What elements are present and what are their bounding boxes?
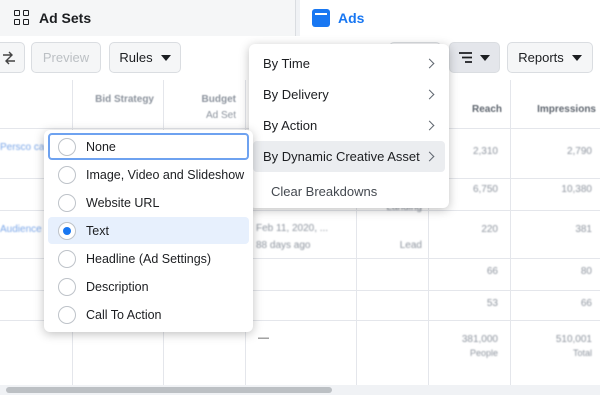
option-none[interactable]: None (48, 133, 249, 160)
menu-item-by-action[interactable]: By Action (249, 110, 449, 141)
radio-button[interactable] (58, 137, 76, 156)
horizontal-scrollbar[interactable] (0, 385, 600, 395)
tab-ad-sets-label: Ad Sets (39, 10, 92, 26)
radio-button[interactable] (58, 249, 76, 268)
rules-button[interactable]: Rules (109, 42, 181, 73)
row-impressions: 2,790 (566, 146, 592, 157)
summary-dash: — (258, 332, 269, 344)
row-reach: 53 (486, 298, 498, 309)
option-label: Website URL (86, 195, 160, 210)
row-name[interactable]: Audience (0, 224, 42, 235)
row-impressions: 66 (580, 298, 592, 309)
radio-button[interactable] (58, 305, 76, 324)
tab-ad-sets[interactable]: Ad Sets (0, 0, 296, 36)
row-impressions: 381 (575, 224, 592, 235)
chevron-right-icon (424, 58, 435, 69)
breakdown-button[interactable] (449, 42, 500, 73)
option-image-video-slideshow[interactable]: Image, Video and Slideshow (48, 161, 249, 188)
option-label: Headline (Ad Settings) (86, 251, 212, 266)
preview-button[interactable]: Preview (31, 42, 101, 73)
option-text[interactable]: Text (48, 217, 249, 244)
option-headline[interactable]: Headline (Ad Settings) (48, 245, 249, 272)
scrollbar-thumb[interactable] (6, 387, 332, 393)
radio-button-selected[interactable] (58, 221, 76, 240)
chevron-right-icon (424, 89, 435, 100)
export-button[interactable] (0, 42, 25, 73)
chevron-right-icon (424, 120, 435, 131)
header-impressions[interactable]: Impressions (516, 104, 596, 115)
row-ago: 88 days ago (256, 240, 311, 251)
menu-item-by-dynamic-creative-asset[interactable]: By Dynamic Creative Asset (253, 141, 445, 172)
export-icon (2, 51, 15, 64)
tab-ads[interactable]: Ads (300, 0, 600, 36)
menu-item-by-time[interactable]: By Time (249, 48, 449, 79)
breakdown-menu: By Time By Delivery By Action By Dynamic… (249, 44, 449, 208)
row-impressions: 10,380 (561, 184, 592, 195)
chevron-down-icon (571, 54, 582, 61)
grid-icon (14, 9, 31, 27)
option-website-url[interactable]: Website URL (48, 189, 249, 216)
menu-item-label: By Time (263, 56, 310, 71)
option-label: Image, Video and Slideshow (86, 167, 245, 182)
header-bid-strategy[interactable]: Bid Strategy (82, 94, 154, 105)
tab-bar: Ad Sets Ads (0, 0, 600, 36)
row-date: Feb 11, 2020, ... (256, 223, 329, 234)
ads-icon (312, 9, 330, 27)
rules-label: Rules (119, 50, 153, 65)
radio-button[interactable] (58, 277, 76, 296)
radio-button[interactable] (58, 165, 76, 184)
option-label: Description (86, 279, 149, 294)
chevron-right-icon (424, 151, 435, 162)
row-reach: 220 (481, 224, 498, 235)
dynamic-creative-asset-submenu: None Image, Video and Slideshow Website … (44, 130, 253, 332)
breakdown-icon (459, 52, 472, 63)
header-budget[interactable]: Budget (170, 94, 236, 105)
option-call-to-action[interactable]: Call To Action (48, 301, 249, 328)
row-reach: 66 (486, 266, 498, 277)
row-impressions: 80 (580, 266, 592, 277)
option-description[interactable]: Description (48, 273, 249, 300)
header-ad-set: Ad Set (205, 110, 236, 121)
reports-button[interactable]: Reports (507, 42, 593, 73)
option-label: Text (86, 223, 109, 238)
radio-button[interactable] (58, 193, 76, 212)
tab-ads-label: Ads (338, 10, 365, 26)
menu-item-label: By Action (263, 118, 318, 133)
option-label: None (86, 139, 116, 154)
summary-impressions-note: Total (572, 348, 592, 358)
menu-item-label: By Dynamic Creative Asset (263, 149, 420, 164)
clear-breakdowns-button[interactable]: Clear Breakdowns (249, 176, 449, 206)
chevron-down-icon (160, 54, 171, 61)
option-label: Call To Action (86, 307, 162, 322)
summary-reach: 381,000 (461, 334, 498, 345)
menu-item-by-delivery[interactable]: By Delivery (249, 79, 449, 110)
menu-item-label: By Delivery (263, 87, 329, 102)
row-name[interactable]: Persco cal (0, 142, 47, 153)
chevron-down-icon (480, 54, 490, 61)
summary-reach-note: People (469, 348, 498, 358)
row-status: Lead (399, 240, 422, 251)
reports-label: Reports (518, 50, 564, 65)
summary-impressions: 510,001 (555, 334, 592, 345)
preview-label: Preview (42, 50, 90, 65)
